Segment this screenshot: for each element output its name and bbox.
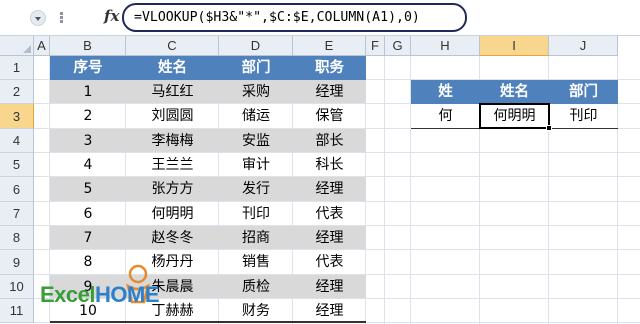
splitter-dots-icon[interactable] <box>60 16 63 19</box>
table-header-cell: 职务 <box>293 56 366 80</box>
table-cell[interactable]: 经理 <box>293 80 366 104</box>
table-cell[interactable]: 3 <box>50 129 126 153</box>
formula-text: =VLOOKUP($H3&"*",$C:$E,COLUMN(A1),0) <box>134 10 420 25</box>
table-cell[interactable]: 经理 <box>293 299 366 323</box>
table-cell[interactable]: 质检 <box>219 275 293 299</box>
table-cell[interactable]: 审计 <box>219 153 293 177</box>
table-cell[interactable]: 张方方 <box>126 177 219 202</box>
formula-bar: fx =VLOOKUP($H3&"*",$C:$E,COLUMN(A1),0) <box>0 0 640 36</box>
row-header-11[interactable]: 11 <box>0 299 34 323</box>
row-header-8[interactable]: 8 <box>0 226 34 250</box>
lookup-value-cell[interactable]: 何 <box>411 104 480 129</box>
logo-text-home: HOME <box>95 282 160 307</box>
table-cell[interactable]: 刘圆圆 <box>126 104 219 129</box>
row-header-3[interactable]: 3 <box>0 104 34 129</box>
table-cell[interactable]: 经理 <box>293 275 366 299</box>
lookup-header-cell: 姓 <box>411 80 480 104</box>
row-header-10[interactable]: 10 <box>0 275 34 299</box>
column-header-b[interactable]: B <box>50 36 126 56</box>
grid-vline <box>384 56 385 324</box>
table-cell[interactable]: 5 <box>50 177 126 202</box>
table-cell[interactable]: 安监 <box>219 129 293 153</box>
table-header-cell: 部门 <box>219 56 293 80</box>
column-header-f[interactable]: F <box>366 36 385 56</box>
table-header-cell: 序号 <box>50 56 126 80</box>
table-cell[interactable]: 1 <box>50 80 126 104</box>
table-cell[interactable]: 储运 <box>219 104 293 129</box>
insert-function-icon[interactable]: fx <box>104 7 119 25</box>
table-cell[interactable]: 赵冬冬 <box>126 226 219 250</box>
row-header-4[interactable]: 4 <box>0 129 34 153</box>
excelhome-logo: ExcelHOME <box>40 262 190 324</box>
table-cell[interactable]: 经理 <box>293 177 366 202</box>
table-header-cell: 姓名 <box>126 56 219 80</box>
column-header-d[interactable]: D <box>219 36 293 56</box>
table-cell[interactable]: 马红红 <box>126 80 219 104</box>
column-header-j[interactable]: J <box>549 36 618 56</box>
table-cell[interactable]: 保管 <box>293 104 366 129</box>
table-cell[interactable]: 何明明 <box>126 202 219 226</box>
formula-input[interactable]: =VLOOKUP($H3&"*",$C:$E,COLUMN(A1),0) <box>122 3 467 32</box>
table-cell[interactable]: 代表 <box>293 202 366 226</box>
row-header-5[interactable]: 5 <box>0 153 34 177</box>
table-cell[interactable]: 科长 <box>293 153 366 177</box>
table-cell[interactable]: 2 <box>50 104 126 129</box>
lookup-value-cell[interactable]: 刊印 <box>549 104 618 129</box>
table-cell[interactable]: 招商 <box>219 226 293 250</box>
table-cell[interactable]: 采购 <box>219 80 293 104</box>
row-header-7[interactable]: 7 <box>0 202 34 226</box>
table-cell[interactable]: 李梅梅 <box>126 129 219 153</box>
table-cell[interactable]: 代表 <box>293 250 366 275</box>
lookup-header-cell: 姓名 <box>480 80 549 104</box>
table-cell[interactable]: 刊印 <box>219 202 293 226</box>
table-cell[interactable]: 发行 <box>219 177 293 202</box>
column-header-i[interactable]: I <box>480 36 549 56</box>
table-cell[interactable]: 销售 <box>219 250 293 275</box>
table-cell[interactable]: 6 <box>50 202 126 226</box>
table-cell[interactable]: 经理 <box>293 226 366 250</box>
table-cell[interactable]: 4 <box>50 153 126 177</box>
column-header-e[interactable]: E <box>293 36 366 56</box>
column-header-c[interactable]: C <box>126 36 219 56</box>
row-header-2[interactable]: 2 <box>0 80 34 104</box>
table-cell[interactable]: 部长 <box>293 129 366 153</box>
name-box-dropdown-icon[interactable] <box>30 10 46 26</box>
table-cell[interactable]: 王兰兰 <box>126 153 219 177</box>
select-all-corner[interactable] <box>0 36 34 56</box>
column-header-a[interactable]: A <box>34 36 50 56</box>
row-header-9[interactable]: 9 <box>0 250 34 275</box>
row-header-1[interactable]: 1 <box>0 56 34 80</box>
column-header-h[interactable]: H <box>411 36 480 56</box>
lookup-value-cell[interactable]: 何明明 <box>480 104 549 129</box>
table-cell[interactable]: 财务 <box>219 299 293 323</box>
logo-text-excel: Excel <box>40 282 96 307</box>
lookup-header-cell: 部门 <box>549 80 618 104</box>
row-header-6[interactable]: 6 <box>0 177 34 202</box>
table-cell[interactable]: 7 <box>50 226 126 250</box>
column-header-g[interactable]: G <box>385 36 411 56</box>
